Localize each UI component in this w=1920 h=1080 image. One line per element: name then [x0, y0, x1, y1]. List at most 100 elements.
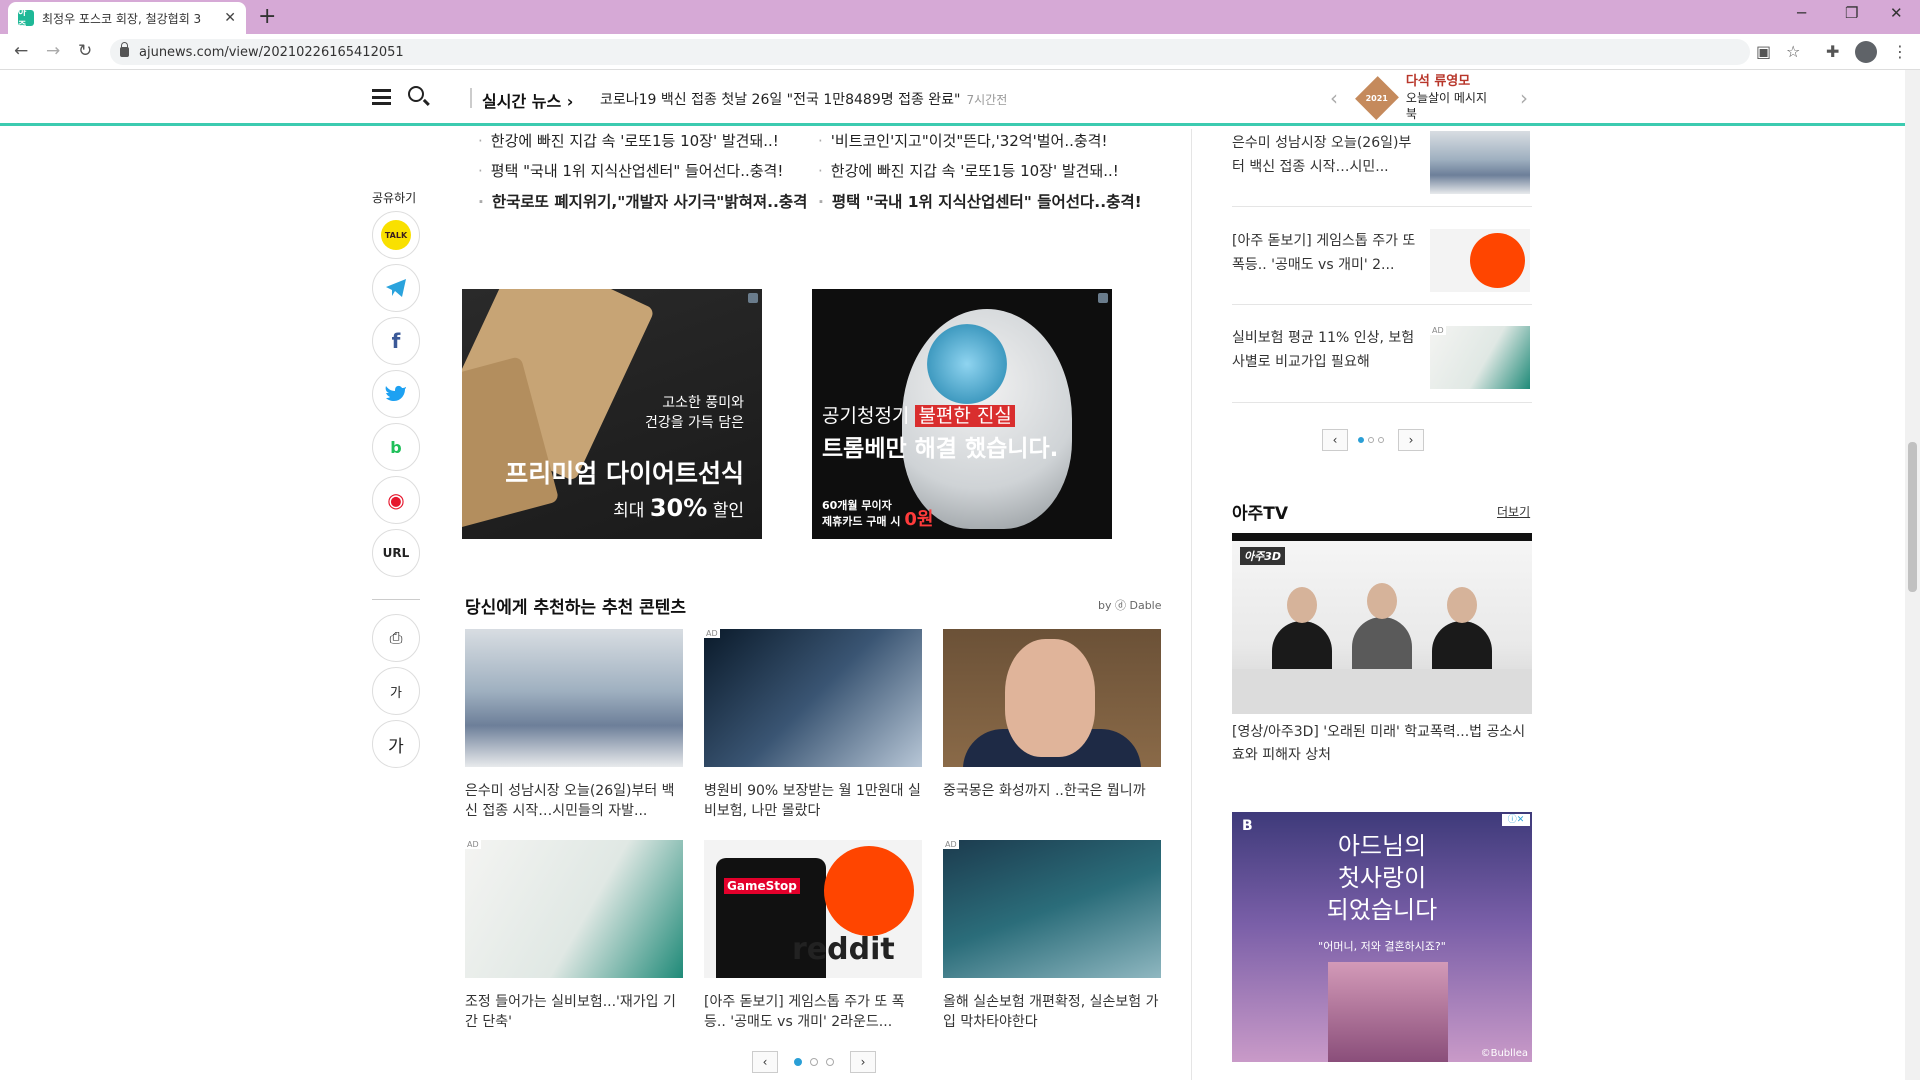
pager-next-button[interactable]: ›	[850, 1051, 876, 1073]
sidebar-news-item[interactable]: 은수미 성남시장 오늘(26일)부터 백신 접종 시작…시민...	[1232, 131, 1532, 194]
window-minimize-button[interactable]: ─	[1797, 4, 1806, 22]
pager-prev-button[interactable]: ‹	[752, 1051, 778, 1073]
recommended-card[interactable]: AD 조정 들어가는 실비보험...'재가입 기간 단축'	[465, 840, 683, 1032]
tab-title: 최정우 포스코 회장, 철강협회 3	[42, 11, 202, 26]
pager-prev-button[interactable]: ‹	[1322, 429, 1348, 451]
browser-tab[interactable]: 아주 최정우 포스코 회장, 철강협회 3 ✕	[8, 2, 246, 34]
extensions-icon[interactable]: ✚	[1826, 42, 1839, 61]
hamburger-menu-icon[interactable]	[372, 89, 391, 105]
pager-dot[interactable]	[810, 1058, 818, 1066]
weibo-icon: ◉	[387, 488, 405, 512]
webtoon-ad-banner[interactable]: B ⓘ✕ 아드님의 첫사랑이 되었습니다 "어머니, 저와 결혼하시죠?" ©B…	[1232, 812, 1532, 1062]
search-icon[interactable]	[408, 86, 424, 102]
recommended-card[interactable]: AD 올해 실손보험 개편확정, 실손보험 가입 막차타야한다	[943, 840, 1161, 1032]
recommended-caption: 조정 들어가는 실비보험...'재가입 기간 단축'	[465, 994, 676, 1030]
copy-url-button[interactable]: URL	[372, 529, 420, 577]
ad-label: AD	[943, 840, 959, 849]
menu-icon[interactable]: ⋮	[1892, 42, 1908, 61]
print-button[interactable]: ⎙	[372, 614, 420, 662]
lock-icon	[120, 42, 129, 57]
aju-tv-caption[interactable]: [영상/아주3D] '오래된 미래' 학교폭력...법 공소시효와 피해자 상처	[1232, 721, 1532, 767]
ad-small-text: 60개월 무이자 제휴카드 구매 시 0원	[822, 499, 934, 530]
live-news-label[interactable]: 실시간 뉴스 ›	[482, 88, 573, 112]
telegram-icon	[386, 279, 406, 297]
recommended-thumbnail: AD	[704, 629, 922, 767]
window-maximize-button[interactable]: ❐	[1845, 4, 1858, 22]
related-link[interactable]: · 한강에 빠진 지갑 속 '로또1등 10장' 발견돼..!	[478, 130, 779, 151]
band-share-button[interactable]: b	[372, 423, 420, 471]
facebook-icon: f	[391, 329, 401, 353]
related-link[interactable]: · '비트코인'지고"이것"뜬다,'32억'벌어..충격!	[818, 130, 1107, 151]
new-tab-button[interactable]: +	[258, 4, 276, 29]
recommended-card[interactable]: 중국몽은 화성까지 ..한국은 뭡니까	[943, 629, 1161, 821]
cast-icon[interactable]: ▣	[1756, 42, 1771, 61]
pager-dot[interactable]	[1378, 437, 1384, 443]
live-news-time: 7시간전	[966, 93, 1008, 107]
ad-choice-icon[interactable]	[1098, 293, 1108, 303]
aju-tv-video-thumbnail[interactable]: 아주3D	[1232, 533, 1532, 714]
weibo-share-button[interactable]: ◉	[372, 476, 420, 524]
air-purifier-ad-banner[interactable]: 공기청정기 불편한 진실 트롬베만 해결 했습니다. 60개월 무이자 제휴카드…	[812, 289, 1112, 539]
related-link[interactable]: · 평택 "국내 1위 지식산업센터" 들어선다..충격!	[478, 160, 783, 181]
facebook-share-button[interactable]: f	[372, 317, 420, 365]
video-desk	[1232, 669, 1532, 714]
ad-label: AD	[1430, 326, 1446, 335]
live-news-ticker[interactable]: 코로나19 백신 접종 첫날 26일 "전국 1만8489명 접종 완료" 7시간…	[600, 89, 1007, 109]
pager-dot[interactable]	[1358, 437, 1364, 443]
promo-next-button[interactable]: ›	[1520, 86, 1528, 110]
promo-book-icon: 2021	[1355, 76, 1399, 120]
twitter-share-button[interactable]	[372, 370, 420, 418]
forward-icon[interactable]: →	[46, 41, 60, 61]
kakaotalk-share-button[interactable]: TALK	[372, 211, 420, 259]
promo-prev-button[interactable]: ‹	[1330, 86, 1338, 110]
recommended-thumbnail	[465, 629, 683, 767]
related-link[interactable]: · 평택 "국내 1위 지식산업센터" 들어선다..충격!	[818, 190, 1142, 212]
tab-close-icon[interactable]: ✕	[224, 10, 236, 26]
ad-credit: ©Bubllea	[1480, 1048, 1528, 1059]
back-icon[interactable]: ←	[14, 41, 28, 61]
kakaotalk-icon: TALK	[381, 220, 411, 250]
ad-choice-icon[interactable]: ⓘ✕	[1502, 814, 1530, 826]
reload-icon[interactable]: ↻	[78, 41, 92, 61]
address-bar[interactable]: ajunews.com/view/20210226165412051	[110, 39, 1750, 65]
recommended-thumbnail: AD	[943, 840, 1161, 978]
pager-dot[interactable]	[1368, 437, 1374, 443]
aju-tv-more-link[interactable]: 더보기	[1497, 503, 1530, 520]
page-scrollbar[interactable]	[1905, 70, 1920, 1080]
recommended-card[interactable]: 은수미 성남시장 오늘(26일)부터 백신 접종 시작…시민들의 자발...	[465, 629, 683, 821]
pager-next-button[interactable]: ›	[1398, 429, 1424, 451]
bookmark-star-icon[interactable]: ☆	[1786, 42, 1800, 61]
live-news-headline: 코로나19 백신 접종 첫날 26일 "전국 1만8489명 접종 완료"	[600, 92, 961, 108]
pager-dot[interactable]	[794, 1058, 802, 1066]
pager-dot[interactable]	[826, 1058, 834, 1066]
sidebar-news-thumbnail: AD	[1430, 326, 1530, 389]
sidebar-news-thumbnail	[1430, 229, 1530, 292]
scrollbar-thumb[interactable]	[1908, 442, 1917, 592]
diet-food-ad-banner[interactable]: 고소한 풍미와 건강을 가득 담은 프리미엄 다이어트선식 최대 30% 할인	[462, 289, 762, 539]
recommended-pager: ‹ ›	[752, 1051, 876, 1073]
dable-credit[interactable]: by ⓓ Dable	[1098, 597, 1162, 613]
header-promo[interactable]: 2021 다석 류영모 오늘살이 메시지북	[1355, 74, 1492, 121]
ad-label: AD	[465, 840, 481, 849]
aju-tv-title: 아주TV	[1232, 504, 1289, 524]
font-increase-button[interactable]: 가	[372, 720, 420, 768]
sidebar-news-item[interactable]: [아주 돋보기] 게임스톱 주가 또 폭등.. '공매도 vs 개미' 2...	[1232, 229, 1532, 292]
font-decrease-button[interactable]: 가	[372, 667, 420, 715]
share-label: 공유하기	[372, 191, 417, 205]
telegram-share-button[interactable]	[372, 264, 420, 312]
recommended-card[interactable]: AD 병원비 90% 보장받는 월 1만원대 실비보험, 나만 몰랐다	[704, 629, 922, 821]
recommended-card[interactable]: GameStop reddit [아주 돋보기] 게임스톱 주가 또 폭등.. …	[704, 840, 922, 1032]
related-link[interactable]: · 한국로또 폐지위기,"개발자 사기극"밝혀져..충격	[478, 190, 807, 212]
share-divider	[372, 599, 420, 600]
ad-choice-icon[interactable]	[748, 293, 758, 303]
sidebar-news-title: 은수미 성남시장 오늘(26일)부터 백신 접종 시작…시민...	[1232, 135, 1412, 175]
recommended-caption: 올해 실손보험 개편확정, 실손보험 가입 막차타야한다	[943, 994, 1159, 1030]
sidebar-news-item[interactable]: 실비보험 평균 11% 인상, 보험사별로 비교가입 필요해 AD	[1232, 326, 1532, 389]
window-close-button[interactable]: ✕	[1890, 4, 1903, 22]
band-icon: b	[390, 437, 402, 457]
recommended-title: 당신에게 추천하는 추천 콘텐츠	[465, 598, 687, 618]
related-link[interactable]: · 한강에 빠진 지갑 속 '로또1등 10장' 발견돼..!	[818, 160, 1119, 181]
sidebar-news-title: 실비보험 평균 11% 인상, 보험사별로 비교가입 필요해	[1232, 330, 1415, 370]
header-divider	[470, 88, 472, 108]
profile-avatar[interactable]	[1855, 41, 1877, 63]
